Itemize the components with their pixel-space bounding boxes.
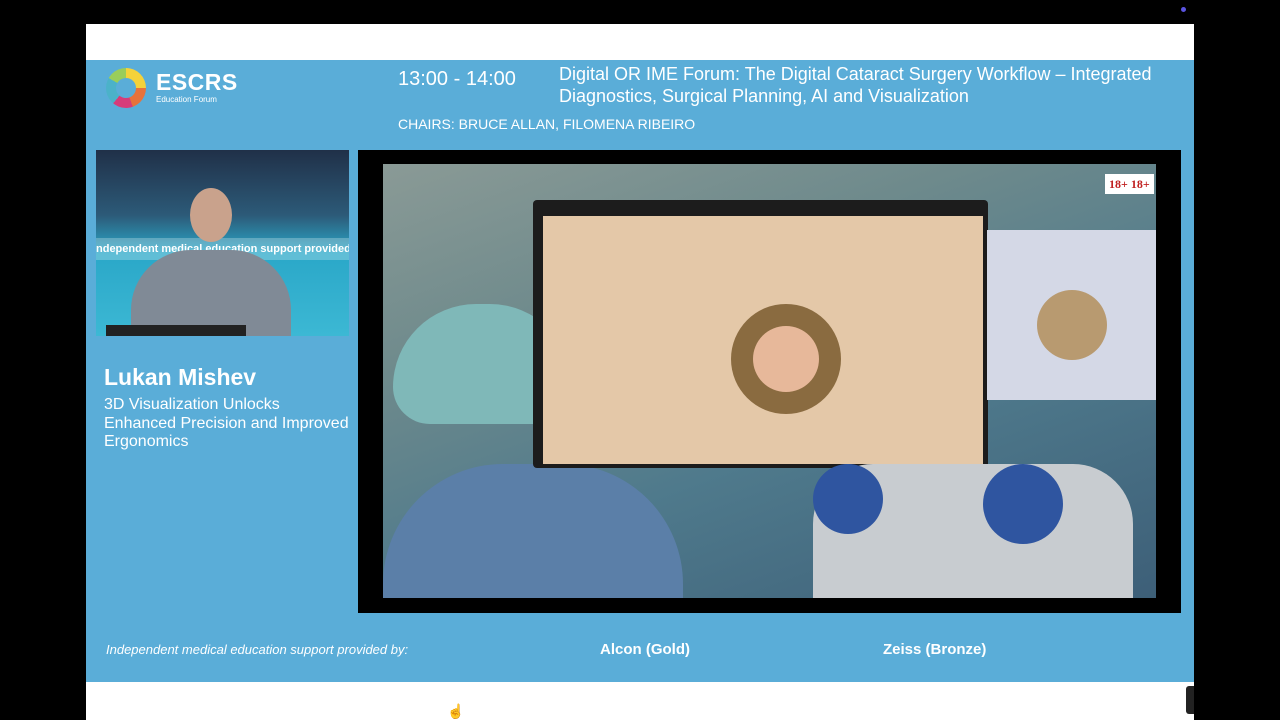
speaker-figure — [131, 250, 291, 336]
session-title: Digital OR IME Forum: The Digital Catara… — [559, 64, 1152, 106]
support-label: Independent medical education support pr… — [106, 642, 409, 657]
secondary-monitor — [987, 230, 1156, 400]
eye-pupil — [753, 326, 819, 392]
logo-name: ESCRS — [156, 69, 238, 95]
bottom-letterbox — [86, 682, 1194, 720]
eye-iris — [731, 304, 841, 414]
top-letterbox — [86, 24, 1194, 60]
age-rating-badge: 18+ 18+ — [1105, 174, 1154, 194]
secondary-eye-iris — [1037, 290, 1107, 360]
indicator-dot-icon — [1181, 7, 1186, 12]
sponsor-bronze: Zeiss (Bronze) — [883, 641, 987, 658]
sponsor-gold: Alcon (Gold) — [600, 641, 690, 658]
main-video: 18+ 18+ — [358, 150, 1181, 613]
speaker-video: ndependent medical education support pro… — [96, 150, 349, 336]
player-control-edge[interactable] — [1186, 686, 1194, 714]
microscope-knob-left — [813, 464, 883, 534]
microscope-knob-right — [983, 464, 1063, 544]
session-time: 13:00 - 14:00 — [398, 68, 516, 90]
surgical-monitor — [533, 200, 988, 468]
speaker-head — [190, 188, 232, 242]
talk-title: 3D Visualization Unlocks Enhanced Precis… — [104, 396, 349, 450]
escrs-logo-icon — [106, 68, 146, 108]
session-chairs: CHAIRS: BRUCE ALLAN, FILOMENA RIBEIRO — [398, 116, 696, 132]
logo-subtitle: Education Forum — [156, 95, 217, 104]
eye-view — [543, 216, 983, 464]
surgeon-body — [383, 464, 683, 598]
podium — [106, 325, 246, 336]
speaker-name: Lukan Mishev — [104, 364, 257, 390]
surgery-scene: 18+ 18+ — [383, 164, 1156, 598]
hand-pointer-icon: ☝ — [447, 703, 465, 719]
escrs-logo: ESCRS Education Forum — [106, 68, 237, 108]
